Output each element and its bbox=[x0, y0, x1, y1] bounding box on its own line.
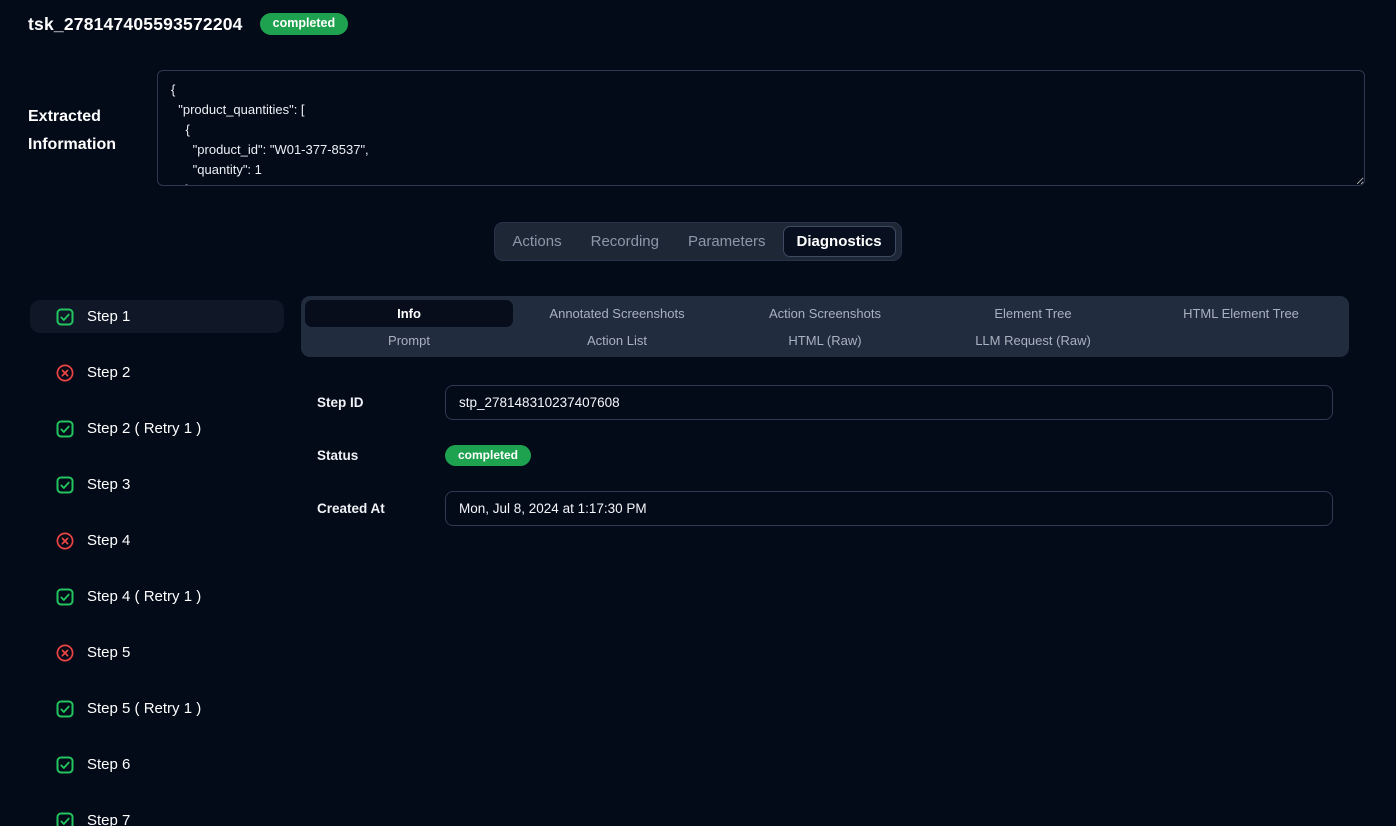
step-label: Step 2 ( Retry 1 ) bbox=[87, 420, 201, 437]
step-label: Step 5 ( Retry 1 ) bbox=[87, 700, 201, 717]
extracted-information-label: Extracted Information bbox=[28, 70, 140, 159]
subtab-html-raw[interactable]: HTML (Raw) bbox=[721, 329, 929, 353]
step-success-check-icon bbox=[56, 308, 74, 326]
diagnostics-subtabs: InfoAnnotated ScreenshotsAction Screensh… bbox=[301, 296, 1349, 357]
step-failure-x-icon bbox=[56, 644, 74, 662]
step-list-item[interactable]: Step 5 bbox=[30, 636, 284, 669]
subtab-info[interactable]: Info bbox=[305, 300, 513, 327]
task-header: tsk_278147405593572204 completed bbox=[28, 13, 1396, 35]
info-field-label: Step ID bbox=[317, 395, 445, 410]
step-failure-x-icon bbox=[56, 364, 74, 382]
step-list-item[interactable]: Step 4 bbox=[30, 524, 284, 557]
step-list-item[interactable]: Step 2 ( Retry 1 ) bbox=[30, 412, 284, 445]
subtab-element-tree[interactable]: Element Tree bbox=[929, 300, 1137, 327]
task-id-title: tsk_278147405593572204 bbox=[28, 14, 243, 35]
info-field-input[interactable] bbox=[445, 385, 1333, 420]
extracted-information-section: Extracted Information { "product_quantit… bbox=[0, 70, 1396, 186]
extracted-information-textarea[interactable]: { "product_quantities": [ { "product_id"… bbox=[157, 70, 1365, 186]
subtab-prompt[interactable]: Prompt bbox=[305, 329, 513, 353]
subtab-annotated-screenshots[interactable]: Annotated Screenshots bbox=[513, 300, 721, 327]
info-fields: Step ID Statuscompleted Created At bbox=[317, 385, 1333, 526]
subtab-llm-request-raw[interactable]: LLM Request (Raw) bbox=[929, 329, 1137, 353]
task-status-badge: completed bbox=[260, 13, 349, 35]
step-failure-x-icon bbox=[56, 532, 74, 550]
step-label: Step 7 bbox=[87, 812, 130, 826]
step-list-item[interactable]: Step 3 bbox=[30, 468, 284, 501]
step-list-item[interactable]: Step 7 bbox=[30, 804, 284, 826]
tab-recording[interactable]: Recording bbox=[579, 226, 671, 257]
subtab-action-list[interactable]: Action List bbox=[513, 329, 721, 353]
step-label: Step 5 bbox=[87, 644, 130, 661]
subtab-action-screenshots[interactable]: Action Screenshots bbox=[721, 300, 929, 327]
tab-parameters[interactable]: Parameters bbox=[676, 226, 778, 257]
step-success-check-icon bbox=[56, 700, 74, 718]
info-field-label: Created At bbox=[317, 501, 445, 516]
step-list-item[interactable]: Step 6 bbox=[30, 748, 284, 781]
step-list-item[interactable]: Step 1 bbox=[30, 300, 284, 333]
step-status-badge: completed bbox=[445, 445, 531, 466]
subtab-html-element-tree[interactable]: HTML Element Tree bbox=[1137, 300, 1345, 327]
step-list-item[interactable]: Step 4 ( Retry 1 ) bbox=[30, 580, 284, 613]
info-field-row: Statuscompleted bbox=[317, 438, 1333, 473]
diagnostics-panel: InfoAnnotated ScreenshotsAction Screensh… bbox=[301, 296, 1349, 544]
step-label: Step 4 ( Retry 1 ) bbox=[87, 588, 201, 605]
step-list-item[interactable]: Step 2 bbox=[30, 356, 284, 389]
info-field-row: Created At bbox=[317, 491, 1333, 526]
step-success-check-icon bbox=[56, 756, 74, 774]
step-success-check-icon bbox=[56, 812, 74, 826]
step-success-check-icon bbox=[56, 588, 74, 606]
diagnostics-content: Step 1 Step 2 Step 2 ( Retry 1 ) Step 3 … bbox=[0, 296, 1396, 826]
info-field-label: Status bbox=[317, 448, 445, 463]
step-label: Step 6 bbox=[87, 756, 130, 773]
step-label: Step 4 bbox=[87, 532, 130, 549]
main-tabs-row: ActionsRecordingParametersDiagnostics bbox=[0, 222, 1396, 261]
info-field-row: Step ID bbox=[317, 385, 1333, 420]
step-label: Step 2 bbox=[87, 364, 130, 381]
info-field-input[interactable] bbox=[445, 491, 1333, 526]
tab-diagnostics[interactable]: Diagnostics bbox=[783, 226, 896, 257]
main-tabs: ActionsRecordingParametersDiagnostics bbox=[494, 222, 901, 261]
step-label: Step 3 bbox=[87, 476, 130, 493]
steps-list: Step 1 Step 2 Step 2 ( Retry 1 ) Step 3 … bbox=[30, 296, 284, 826]
tab-actions[interactable]: Actions bbox=[500, 226, 573, 257]
step-success-check-icon bbox=[56, 420, 74, 438]
step-label: Step 1 bbox=[87, 308, 130, 325]
step-list-item[interactable]: Step 5 ( Retry 1 ) bbox=[30, 692, 284, 725]
step-success-check-icon bbox=[56, 476, 74, 494]
